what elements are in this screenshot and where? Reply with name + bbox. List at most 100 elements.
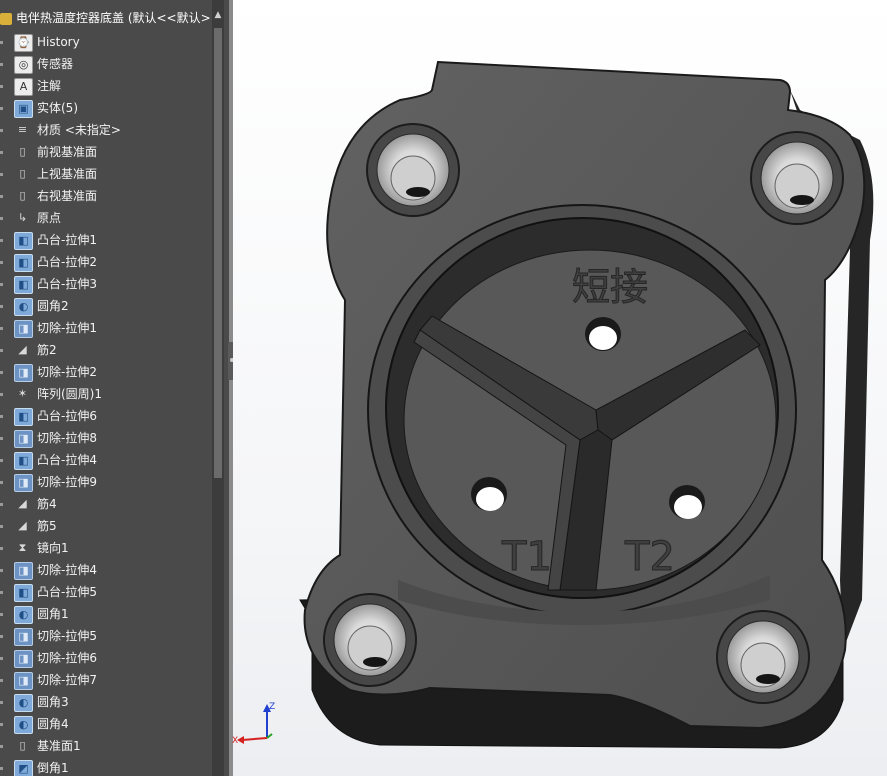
- tree-item-label: 切除-拉伸6: [37, 651, 97, 665]
- tree-item[interactable]: ◐ 圆角2: [0, 295, 212, 317]
- tree-item-label: 切除-拉伸1: [37, 321, 97, 335]
- tree-expander-icon[interactable]: [0, 41, 3, 44]
- tree-item[interactable]: ◧ 凸台-拉伸3: [0, 273, 212, 295]
- tree-expander-icon[interactable]: [0, 503, 3, 506]
- tree-item[interactable]: ◐ 圆角3: [0, 691, 212, 713]
- tree-expander-icon[interactable]: [0, 195, 3, 198]
- tree-expander-icon[interactable]: [0, 547, 3, 550]
- tree-item[interactable]: ◨ 切除-拉伸4: [0, 559, 212, 581]
- tree-expander-icon[interactable]: [0, 305, 3, 308]
- tree-expander-icon[interactable]: [0, 217, 3, 220]
- circular-pattern-icon: ✶: [17, 387, 28, 400]
- tree-item[interactable]: ◢ 筋4: [0, 493, 212, 515]
- feature-manager-tree: 电伴热温度控器底盖 (默认<<默认> ⌚ History ◎ 传感器 A 注解 ▣ 实体(5)…: [0, 0, 229, 776]
- tree-expander-icon[interactable]: [0, 327, 3, 330]
- tree-item[interactable]: ◐ 圆角1: [0, 603, 212, 625]
- tree-item[interactable]: ▯ 右视基准面: [0, 185, 212, 207]
- tree-expander-icon[interactable]: [0, 657, 3, 660]
- tree-expander-icon[interactable]: [0, 591, 3, 594]
- scroll-up-arrow-icon[interactable]: ▲: [212, 6, 224, 24]
- tree-item[interactable]: ◧ 凸台-拉伸1: [0, 229, 212, 251]
- boss-extrude-icon: ◧: [14, 408, 33, 426]
- tree-item-label: 前视基准面: [37, 145, 98, 159]
- tree-item-label: 切除-拉伸7: [37, 673, 97, 687]
- tree-item[interactable]: ▣ 实体(5): [0, 97, 212, 119]
- tree-expander-icon[interactable]: [0, 635, 3, 638]
- tree-expander-icon[interactable]: [0, 151, 3, 154]
- tree-expander-icon[interactable]: [0, 767, 3, 770]
- tree-root-part[interactable]: 电伴热温度控器底盖 (默认<<默认>: [0, 8, 212, 28]
- tree-scrollbar-thumb[interactable]: [214, 28, 222, 478]
- view-orientation-triad[interactable]: Z X: [232, 700, 277, 745]
- tree-expander-icon[interactable]: [0, 525, 3, 528]
- tree-item[interactable]: ◨ 切除-拉伸2: [0, 361, 212, 383]
- tree-item[interactable]: ◧ 凸台-拉伸6: [0, 405, 212, 427]
- tree-expander-icon[interactable]: [0, 371, 3, 374]
- rib-icon: ◢: [18, 497, 27, 510]
- tree-expander-icon[interactable]: [0, 239, 3, 242]
- tree-expander-icon[interactable]: [0, 261, 3, 264]
- tree-item-label: 凸台-拉伸3: [37, 277, 97, 291]
- tree-item[interactable]: ◢ 筋5: [0, 515, 212, 537]
- tree-item[interactable]: ◨ 切除-拉伸9: [0, 471, 212, 493]
- fillet-icon: ◐: [14, 694, 33, 712]
- rib-icon: ◢: [18, 519, 27, 532]
- tree-item[interactable]: ↳ 原点: [0, 207, 212, 229]
- tree-expander-icon[interactable]: [0, 107, 3, 110]
- tree-item[interactable]: ◧ 凸台-拉伸2: [0, 251, 212, 273]
- boss-extrude-icon: ◧: [14, 584, 33, 602]
- tree-item-label: 圆角3: [37, 695, 69, 709]
- tree-expander-icon[interactable]: [0, 129, 3, 132]
- tree-item[interactable]: ◨ 切除-拉伸5: [0, 625, 212, 647]
- plane-icon: ▯: [19, 167, 26, 180]
- tree-item[interactable]: ◨ 切除-拉伸1: [0, 317, 212, 339]
- tree-item[interactable]: ◩ 倒角1: [0, 757, 212, 776]
- tree-item[interactable]: ◐ 圆角4: [0, 713, 212, 735]
- corner-hole-bottom-right: [716, 610, 810, 704]
- tree-item[interactable]: ◨ 切除-拉伸8: [0, 427, 212, 449]
- fillet-icon: ◐: [14, 298, 33, 316]
- tree-item-label: 圆角2: [37, 299, 69, 313]
- tree-expander-icon[interactable]: [0, 63, 3, 66]
- tree-expander-icon[interactable]: [0, 393, 3, 396]
- tree-expander-icon[interactable]: [0, 723, 3, 726]
- tree-expander-icon[interactable]: [0, 85, 3, 88]
- tree-item[interactable]: ▯ 基准面1: [0, 735, 212, 757]
- tree-expander-icon[interactable]: [0, 481, 3, 484]
- tree-item[interactable]: ▯ 前视基准面: [0, 141, 212, 163]
- corner-hole-top-left: [366, 123, 460, 217]
- chamfer-icon: ◩: [14, 760, 33, 776]
- tree-item[interactable]: A 注解: [0, 75, 212, 97]
- tree-expander-icon[interactable]: [0, 173, 3, 176]
- tree-expander-icon[interactable]: [0, 437, 3, 440]
- tree-expander-icon[interactable]: [0, 283, 3, 286]
- tree-item[interactable]: ◨ 切除-拉伸7: [0, 669, 212, 691]
- x-axis-label: X: [232, 736, 238, 745]
- tree-expander-icon[interactable]: [0, 459, 3, 462]
- tree-item[interactable]: ⧗ 镜向1: [0, 537, 212, 559]
- tree-expander-icon[interactable]: [0, 701, 3, 704]
- tree-item-label: 圆角1: [37, 607, 69, 621]
- tree-expander-icon[interactable]: [0, 349, 3, 352]
- z-axis-label: Z: [269, 702, 275, 712]
- graphics-viewport[interactable]: 短接 T1 T2: [233, 0, 887, 776]
- tree-expander-icon[interactable]: [0, 613, 3, 616]
- plane-icon: ▯: [19, 739, 26, 752]
- tree-expander-icon[interactable]: [0, 415, 3, 418]
- corner-hole-top-right: [750, 131, 844, 225]
- tree-item[interactable]: ≡ 材质 <未指定>: [0, 119, 212, 141]
- tree-item[interactable]: ◎ 传感器: [0, 53, 212, 75]
- tree-item-label: 凸台-拉伸4: [37, 453, 97, 467]
- tree-item[interactable]: ▯ 上视基准面: [0, 163, 212, 185]
- tree-expander-icon[interactable]: [0, 679, 3, 682]
- tree-expander-icon[interactable]: [0, 569, 3, 572]
- tree-item[interactable]: ◧ 凸台-拉伸4: [0, 449, 212, 471]
- tree-item[interactable]: ◧ 凸台-拉伸5: [0, 581, 212, 603]
- tree-item[interactable]: ✶ 阵列(圆周)1: [0, 383, 212, 405]
- tree-item[interactable]: ⌚ History: [0, 31, 212, 53]
- tree-item[interactable]: ◨ 切除-拉伸6: [0, 647, 212, 669]
- tree-expander-icon[interactable]: [0, 745, 3, 748]
- history-icon: ⌚: [14, 34, 33, 52]
- tree-item[interactable]: ◢ 筋2: [0, 339, 212, 361]
- tree-item-label: 筋5: [37, 519, 57, 533]
